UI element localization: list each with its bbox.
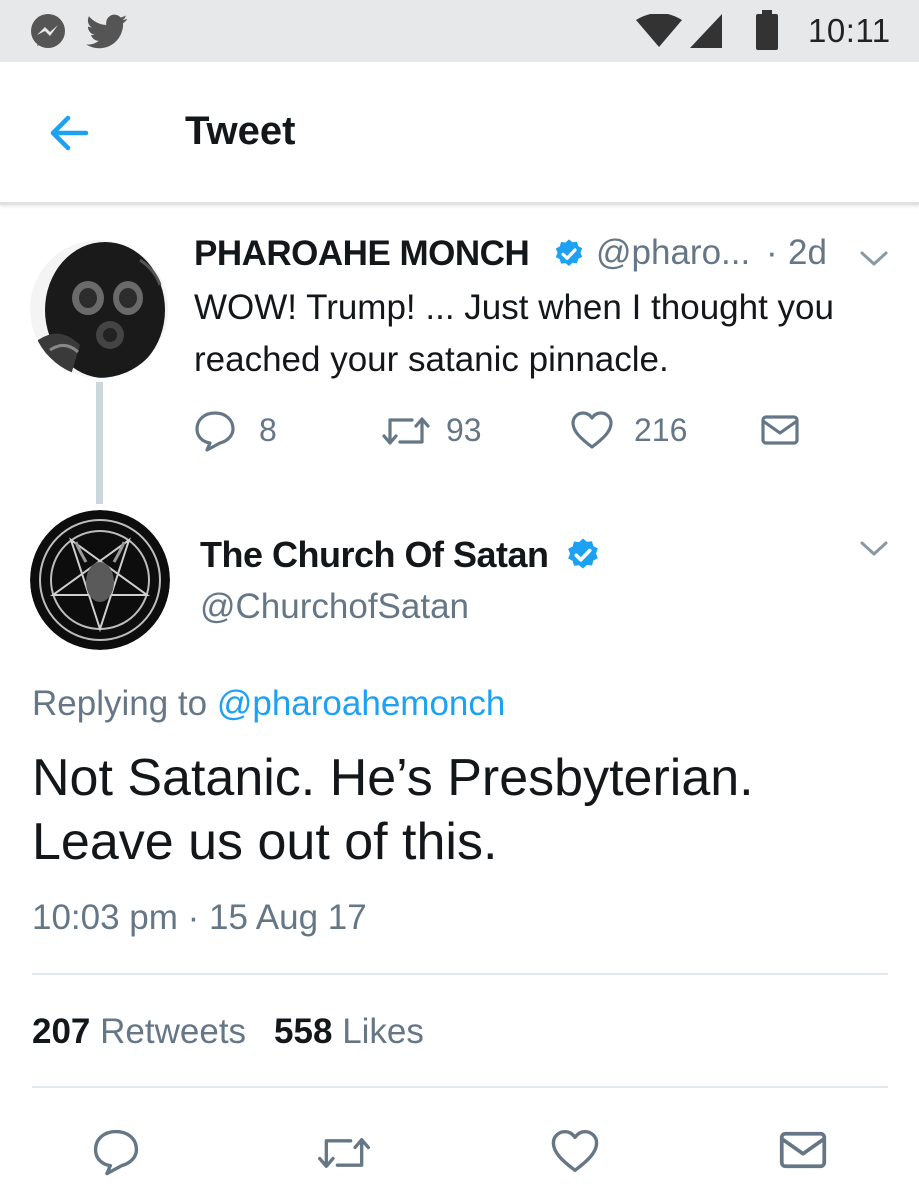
parent-tweet-text: WOW! Trump! ... Just when I thought you … — [194, 288, 834, 379]
retweets-count: 207 — [32, 1012, 91, 1051]
twitter-bird-icon — [86, 14, 128, 49]
likes-stat[interactable]: 558 Likes — [274, 1012, 424, 1051]
thread-connector — [96, 382, 103, 504]
parent-tweet-time: 2d — [788, 233, 827, 272]
separator-dot: · — [766, 233, 778, 272]
retweets-stat[interactable]: 207 Retweets — [32, 1012, 246, 1051]
parent-author-handle[interactable]: @pharo... — [596, 233, 750, 273]
reply-mention-link[interactable]: @pharoahemonch — [217, 684, 506, 723]
cell-signal-icon — [690, 14, 722, 48]
replying-prefix: Replying to — [32, 684, 208, 723]
app-header: Tweet — [0, 62, 919, 205]
page-title: Tweet — [185, 109, 296, 153]
retweet-count: 93 — [446, 412, 482, 448]
likes-label: Likes — [342, 1012, 424, 1051]
retweet-icon[interactable] — [314, 1132, 374, 1174]
retweet-icon[interactable] — [380, 412, 432, 450]
status-bar: 10:11 — [0, 0, 919, 62]
direct-message-icon[interactable] — [760, 414, 800, 446]
likes-count: 558 — [274, 1012, 333, 1051]
arrow-left-icon[interactable] — [40, 108, 104, 158]
author-name[interactable]: The Church Of Satan — [200, 534, 549, 576]
avatar[interactable] — [30, 510, 170, 650]
parent-author-name[interactable]: PHAROAHE MONCH — [194, 234, 530, 274]
status-time: 10:11 — [808, 12, 891, 49]
wifi-icon — [636, 14, 682, 47]
chevron-down-icon[interactable] — [858, 538, 890, 560]
chevron-down-icon[interactable] — [858, 248, 890, 270]
divider — [32, 973, 888, 975]
tweet-stats: 207 Retweets 558 Likes — [32, 1012, 424, 1052]
messenger-icon — [31, 14, 65, 48]
divider — [32, 1086, 888, 1088]
sigil-of-baphomet-image — [30, 510, 170, 650]
verified-badge-icon — [568, 538, 598, 569]
reply-icon[interactable] — [91, 1128, 141, 1176]
gas-mask-portrait-image — [30, 240, 168, 378]
tweet-timestamp: 10:03 pm · 15 Aug 17 — [32, 898, 367, 937]
replying-to: Replying to @pharoahemonch — [32, 684, 505, 724]
retweets-label: Retweets — [100, 1012, 247, 1051]
direct-message-icon[interactable] — [778, 1130, 828, 1170]
tweet-text: Not Satanic. He’s Presbyterian. Leave us… — [32, 749, 754, 871]
battery-icon — [756, 10, 778, 50]
avatar[interactable] — [30, 240, 168, 378]
reply-icon[interactable] — [193, 410, 237, 452]
author-handle[interactable]: @ChurchofSatan — [200, 587, 469, 627]
reply-count: 8 — [259, 412, 277, 448]
like-heart-icon[interactable] — [550, 1128, 600, 1174]
verified-badge-icon — [555, 239, 583, 266]
like-count: 216 — [634, 412, 688, 448]
like-heart-icon[interactable] — [570, 410, 614, 450]
